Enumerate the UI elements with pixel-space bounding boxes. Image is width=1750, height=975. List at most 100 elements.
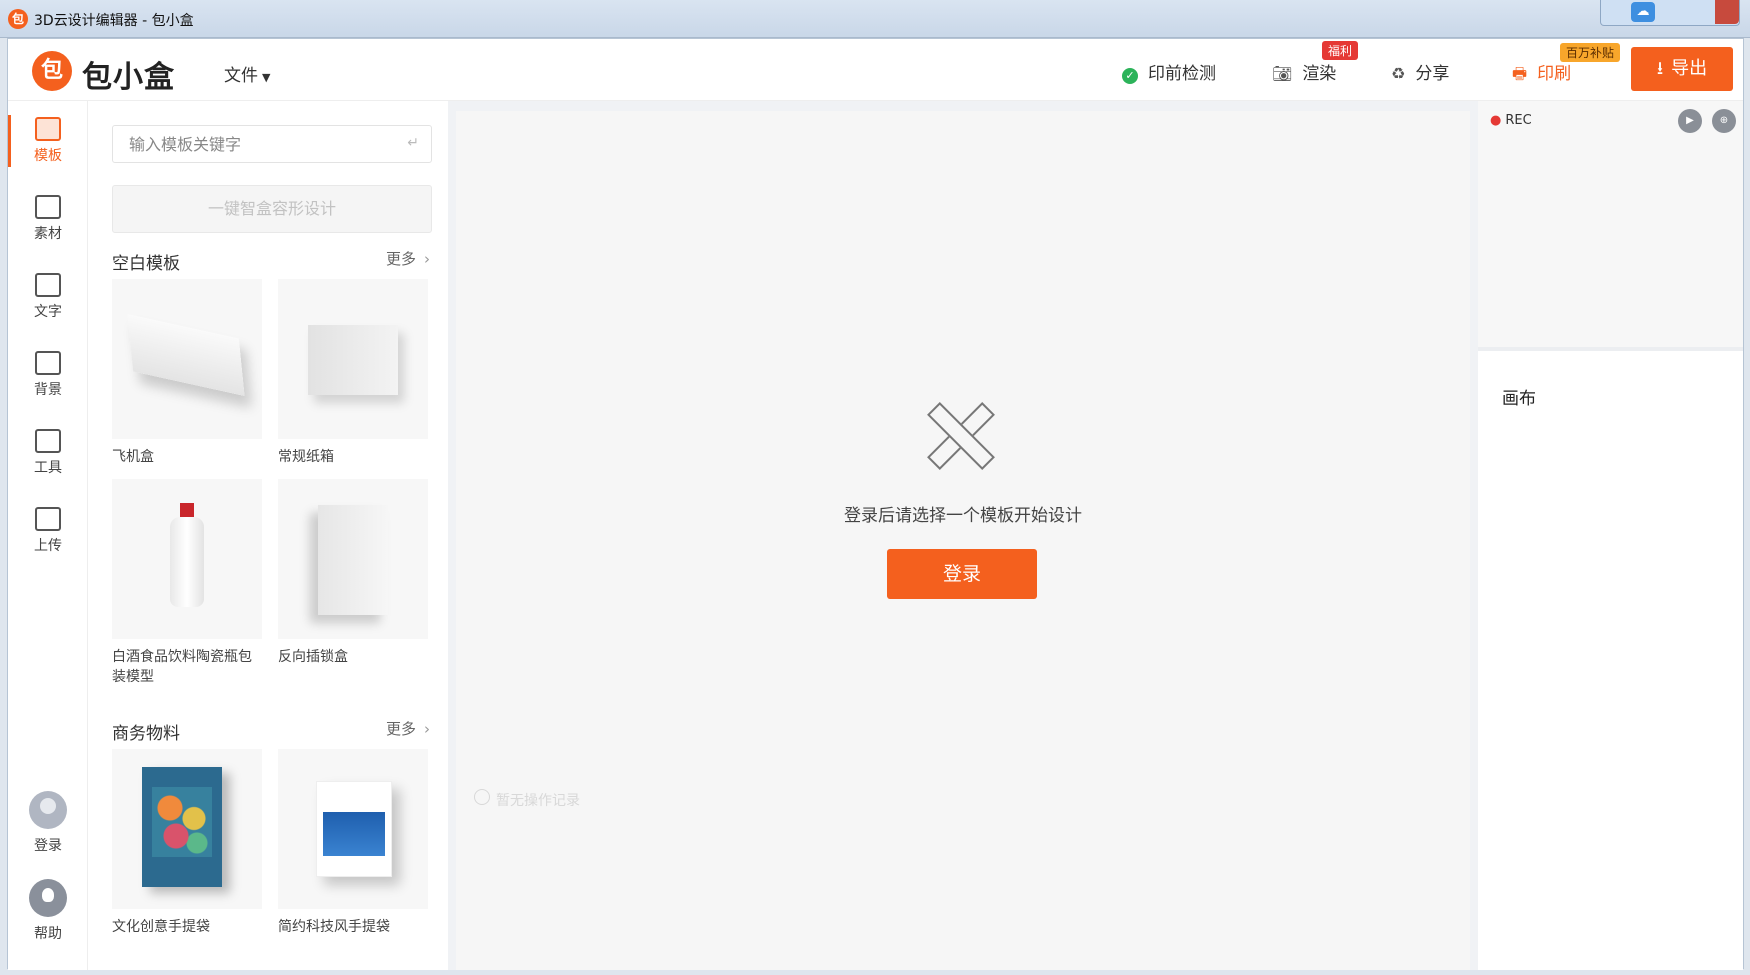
template-panel: ↵ 一键智盒容形设计 空白模板 更多 › 飞机盒 常规纸箱 白酒食品饮料陶瓷瓶包装… [88,101,448,970]
record-dot-icon: ● [1490,113,1502,128]
share-button[interactable]: ♻ 分享 [1391,59,1449,84]
chevron-right-icon: › [424,250,430,268]
template-card[interactable]: 文化创意手提袋 [112,749,262,937]
history-hint-label: 暂无操作记录 [496,793,580,809]
enter-icon[interactable]: ↵ [407,135,419,151]
render-badge: 福利 [1322,41,1359,60]
download-icon: ⭳ [1656,58,1664,79]
sidebar-item-template[interactable]: 模板 [8,109,88,181]
empty-state-text: 登录后请选择一个模板开始设计 [844,506,1082,526]
more-link[interactable]: 更多 › [386,248,430,269]
share-label: 分享 [1415,64,1450,84]
sidebar-item-text[interactable]: 文字 [8,265,88,337]
file-menu[interactable]: 文件 ▼ [224,61,270,86]
one-click-design-button[interactable]: 一键智盒容形设计 [112,185,432,233]
app-icon: 包 [8,9,28,29]
ruler-pencil-icon [926,401,996,471]
question-icon [474,789,490,805]
help-icon [29,879,67,917]
template-thumbnail [112,749,262,909]
sidebar-item-label: 背景 [34,382,62,398]
text-icon [35,273,61,297]
logo-icon[interactable]: 包 [32,51,72,91]
window-titlebar: 包 3D云设计编辑器 - 包小盒 ☁ [0,0,1750,38]
close-button[interactable] [1715,0,1739,24]
render-label: 渲染 [1302,64,1337,84]
template-icon [35,117,61,141]
template-thumbnail [278,479,428,639]
history-hint: 暂无操作记录 [474,789,580,810]
window-controls[interactable]: ☁ [1600,0,1740,26]
sidebar: 模板 素材 文字 背景 工具 上传 登录 帮助 [8,101,88,970]
template-name: 简约科技风手提袋 [278,919,390,935]
template-card[interactable]: 常规纸箱 [278,279,428,467]
file-menu-label: 文件 [224,66,258,86]
right-panel: ● REC ▶ ⊕ 画布 [1478,101,1743,970]
template-search[interactable]: ↵ [112,125,432,163]
image-icon [35,195,61,219]
upload-icon [35,507,61,531]
shield-check-icon: ✓ [1122,68,1138,84]
sidebar-item-upload[interactable]: 上传 [8,499,88,571]
search-input[interactable] [113,126,393,162]
sidebar-item-label: 模板 [34,148,62,164]
template-thumbnail [278,749,428,909]
template-card[interactable]: 飞机盒 [112,279,262,467]
template-card[interactable]: 反向插锁盒 [278,479,428,667]
zoom-icon[interactable]: ⊕ [1712,109,1736,133]
export-button[interactable]: ⭳ 导出 [1631,47,1733,91]
brand-name[interactable]: 包小盒 [82,52,175,96]
sidebar-item-background[interactable]: 背景 [8,343,88,415]
print-button[interactable]: 🖶 印刷 [1512,59,1571,90]
camera-icon: 📷︎ [1272,64,1293,83]
window-title: 3D云设计编辑器 - 包小盒 [34,13,194,29]
3d-preview[interactable]: ● REC ▶ ⊕ [1478,101,1743,351]
sidebar-help[interactable]: 帮助 [8,879,88,959]
more-link[interactable]: 更多 › [386,718,430,739]
sidebar-item-label: 文字 [34,304,62,320]
print-label: 印刷 [1537,64,1572,84]
template-name: 常规纸箱 [278,449,334,465]
canvas-area: 登录后请选择一个模板开始设计 登录 暂无操作记录 [448,101,1478,970]
background-icon [35,351,61,375]
template-thumbnail [278,279,428,439]
avatar-icon [29,791,67,829]
cloud-icon[interactable]: ☁ [1631,2,1655,22]
login-button[interactable]: 登录 [887,549,1037,599]
template-thumbnail [112,479,262,639]
canvas-section-title: 画布 [1502,389,1536,409]
app-header: 包 包小盒 文件 ▼ ✓ 印前检测 📷︎ 渲染 福利 ♻ 分享 🖶 印刷 百万补贴 ⭳ 导出 [8,39,1743,101]
template-name: 飞机盒 [112,449,154,465]
preflight-label: 印前检测 [1148,64,1216,84]
sidebar-login[interactable]: 登录 [8,791,88,871]
chevron-right-icon: › [424,720,430,738]
play-icon[interactable]: ▶ [1678,109,1702,133]
print-badge: 百万补贴 [1560,43,1621,62]
printer-icon: 🖶 [1512,64,1528,83]
sidebar-item-label: 上传 [34,538,62,554]
export-label: 导出 [1671,58,1708,79]
section-title: 商务物料 [112,724,180,744]
more-label: 更多 [385,250,416,268]
app-window: 包 包小盒 文件 ▼ ✓ 印前检测 📷︎ 渲染 福利 ♻ 分享 🖶 印刷 百万补贴 ⭳ 导出… [7,38,1744,970]
template-name: 反向插锁盒 [278,649,348,665]
rec-indicator[interactable]: ● REC [1490,113,1532,128]
template-name: 文化创意手提袋 [112,919,210,935]
share-icon: ♻ [1391,64,1406,83]
preflight-check-button[interactable]: ✓ 印前检测 [1122,59,1216,84]
more-label: 更多 [385,720,416,738]
template-card[interactable]: 白酒食品饮料陶瓷瓶包装模型 [112,479,262,687]
sidebar-item-material[interactable]: 素材 [8,187,88,259]
sidebar-item-label: 工具 [34,460,62,476]
caret-down-icon: ▼ [262,71,271,84]
design-canvas[interactable]: 登录后请选择一个模板开始设计 登录 暂无操作记录 [456,111,1470,970]
rec-label: REC [1505,113,1532,128]
template-thumbnail [112,279,262,439]
render-button[interactable]: 📷︎ 渲染 [1272,59,1336,84]
tool-icon [35,429,61,453]
template-card[interactable]: 简约科技风手提袋 [278,749,428,937]
section-title: 空白模板 [112,254,180,274]
template-name: 白酒食品饮料陶瓷瓶包装模型 [112,649,252,685]
sidebar-item-tool[interactable]: 工具 [8,421,88,493]
login-label: 登录 [34,838,62,854]
